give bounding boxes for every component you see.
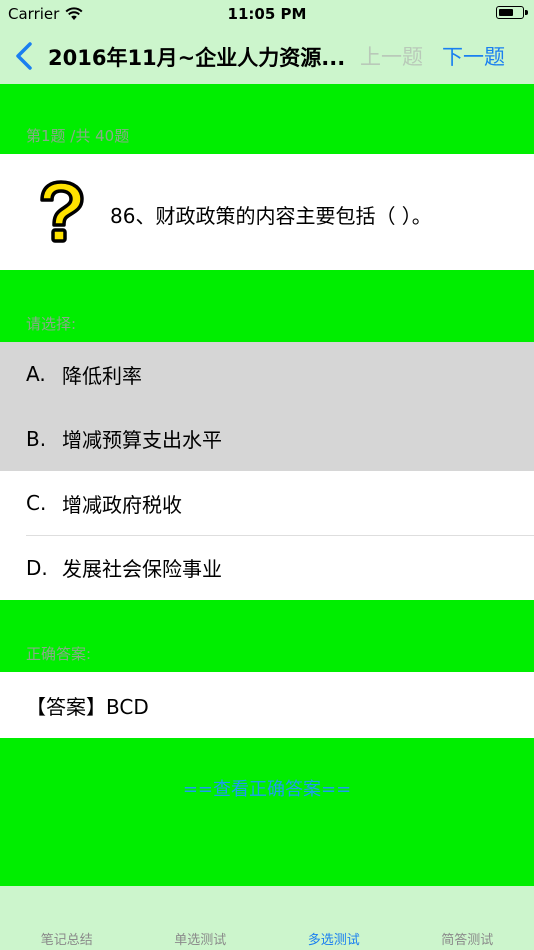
next-question-button[interactable]: 下一题 (442, 41, 505, 71)
answer-band: 正确答案: (0, 600, 534, 672)
battery-icon (496, 6, 528, 19)
tab-label: 单选测试 (174, 933, 227, 948)
option-c[interactable]: C. 增减政府税收 (0, 471, 534, 536)
tab-multiple-choice[interactable]: 多选测试 (267, 886, 401, 950)
option-letter: A. (26, 362, 46, 387)
progress-band: 第1题 /共 40题 (0, 84, 534, 154)
option-letter: C. (26, 491, 47, 516)
option-letter: D. (26, 555, 48, 580)
tab-label: 笔记总结 (40, 933, 93, 948)
back-button[interactable] (10, 40, 40, 72)
answer-text: 【答案】BCD (26, 694, 149, 719)
option-a[interactable]: A. 降低利率 (0, 342, 534, 407)
clock: 11:05 PM (227, 5, 307, 23)
tab-single-choice[interactable]: 单选测试 (134, 886, 268, 950)
tab-label: 简答测试 (441, 933, 494, 948)
tab-notes[interactable]: 笔记总结 (0, 886, 134, 950)
tab-bar: 笔记总结 单选测试 多选测试 简答测试 (0, 886, 534, 950)
status-bar: Carrier 11:05 PM (0, 0, 534, 28)
option-letter: B. (26, 426, 47, 451)
option-text: 发展社会保险事业 (62, 557, 222, 582)
choose-band: 请选择: (0, 270, 534, 342)
option-text: 增减政府税收 (62, 492, 182, 517)
navigation-bar: 2016年11月~企业人力资源... 上一题 下一题 (0, 28, 534, 84)
answer-label: 正确答案: (26, 645, 92, 663)
question-progress: 第1题 /共 40题 (26, 127, 130, 145)
tab-short-answer[interactable]: 简答测试 (401, 886, 534, 950)
option-text: 降低利率 (62, 363, 142, 388)
option-list: A. 降低利率 B. 增减预算支出水平 C. 增减政府税收 D. 发展社会保险事… (0, 342, 534, 600)
question-mark-icon (40, 180, 84, 243)
answer-box: 【答案】BCD (0, 672, 534, 738)
view-answer-button[interactable]: ==查看正确答案== (0, 775, 534, 801)
option-d[interactable]: D. 发展社会保险事业 (0, 535, 534, 600)
page-title: 2016年11月~企业人力资源... (48, 46, 346, 70)
tab-label: 多选测试 (307, 933, 360, 948)
question-card: 86、财政政策的内容主要包括（ ）。 (0, 154, 534, 270)
choose-label: 请选择: (26, 315, 77, 333)
chevron-left-icon (16, 42, 32, 70)
previous-question-button[interactable]: 上一题 (360, 41, 423, 71)
option-b[interactable]: B. 增减预算支出水平 (0, 406, 534, 471)
question-text: 86、财政政策的内容主要包括（ ）。 (110, 204, 432, 228)
view-answer-band (0, 738, 534, 886)
option-text: 增减预算支出水平 (62, 428, 222, 453)
